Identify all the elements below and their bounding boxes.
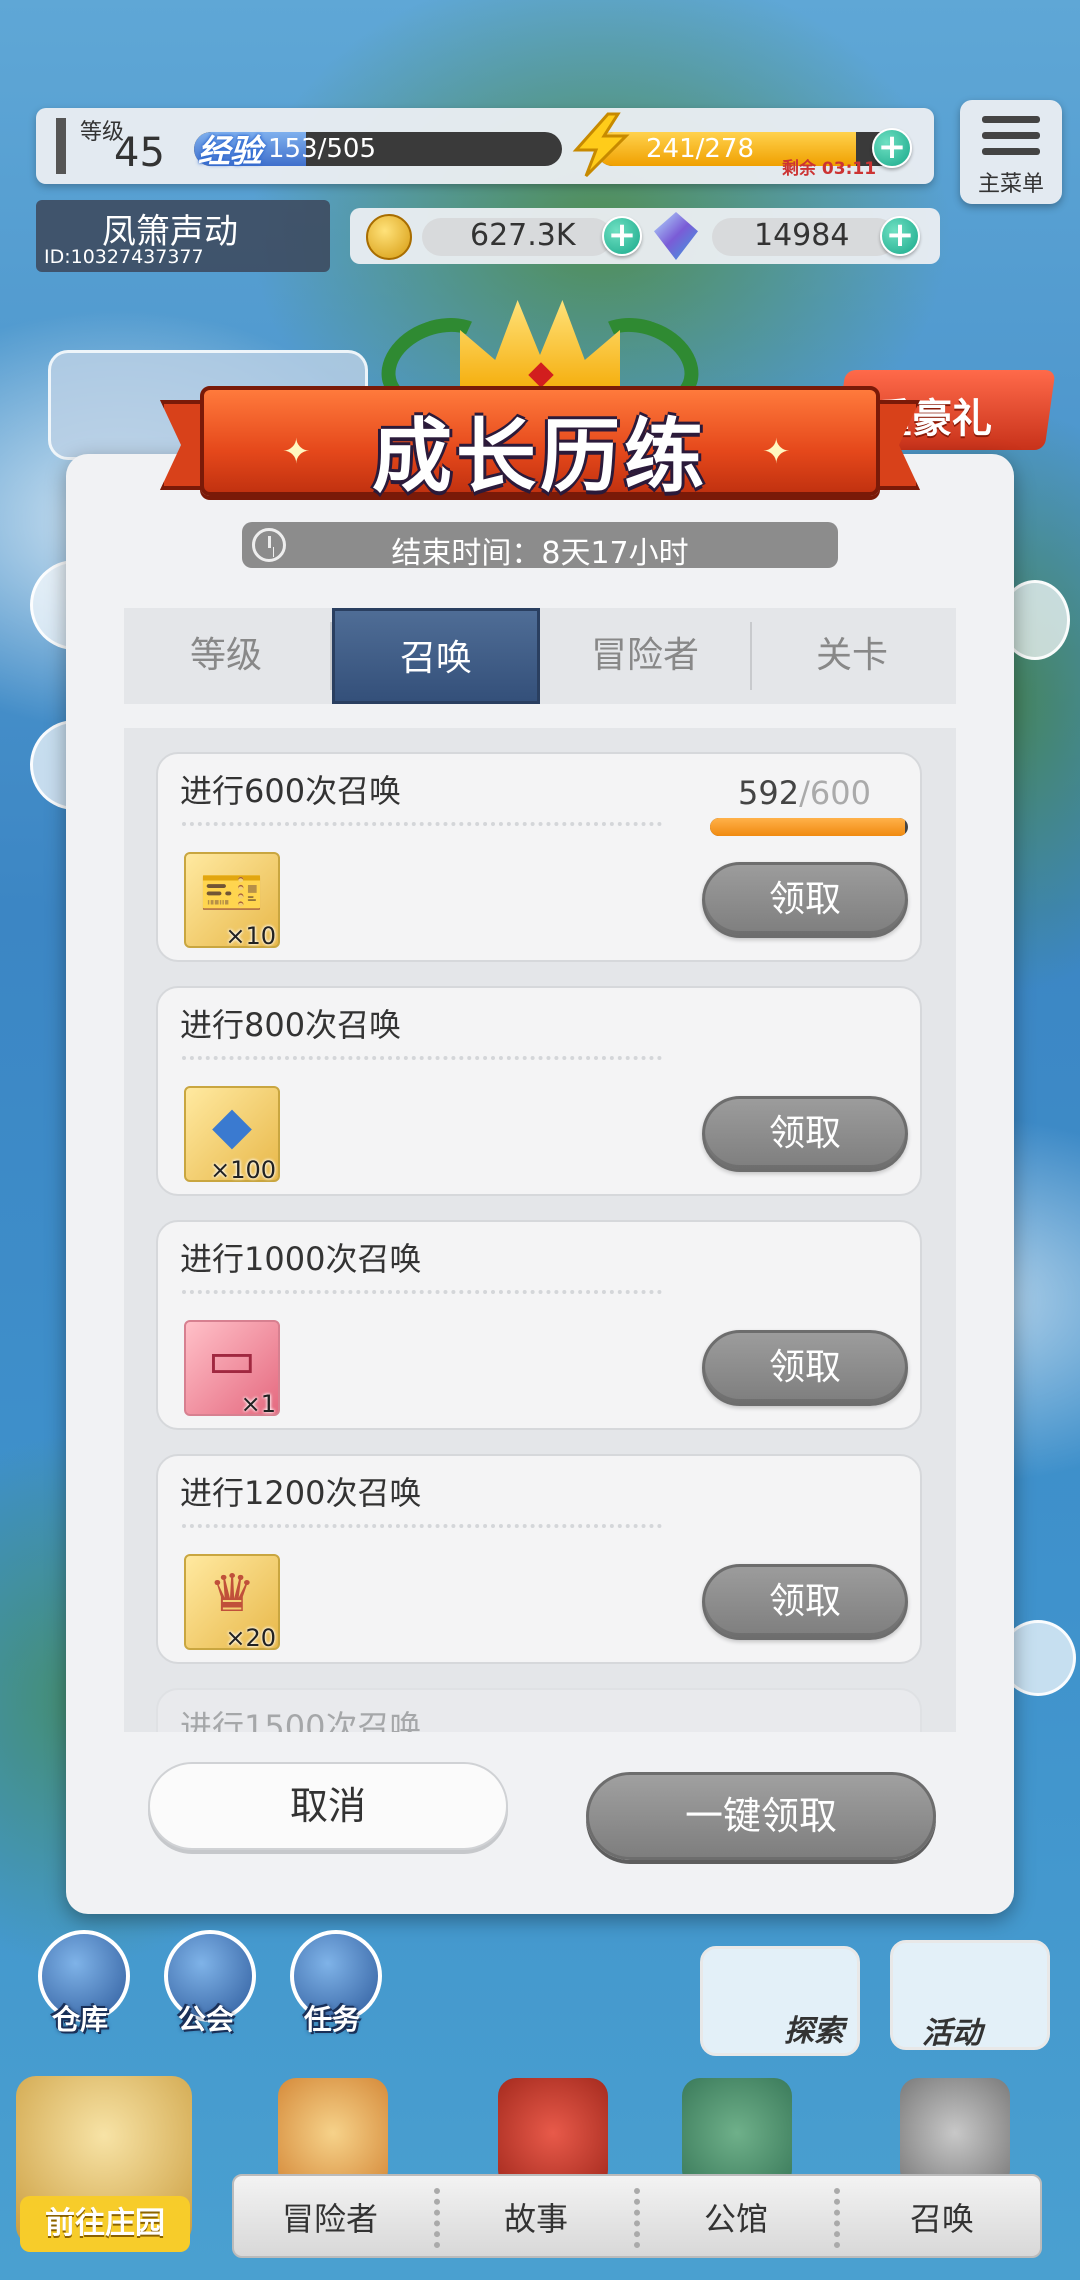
gem-bag-icon[interactable]: ◆ ×100 bbox=[184, 1086, 280, 1184]
pink-ticket-icon[interactable]: ▭ ×1 bbox=[184, 1320, 280, 1418]
coin-icon bbox=[366, 214, 412, 260]
main-menu-button[interactable]: 主菜单 bbox=[960, 100, 1062, 204]
task-item: 进行800次召唤 ◆ ×100 领取 bbox=[156, 986, 922, 1196]
gem-icon bbox=[654, 212, 698, 260]
task-progress-fill bbox=[710, 818, 906, 836]
task-title: 进行1500次召唤 bbox=[180, 1708, 422, 1732]
explore-label: 探索 bbox=[784, 2014, 844, 2049]
exp-tag: 经验 bbox=[198, 132, 263, 170]
menu-icon bbox=[982, 116, 1040, 123]
player-id: ID:10327437377 bbox=[44, 246, 204, 268]
bottom-nav: 冒险者 故事 公馆 召唤 bbox=[232, 2174, 1042, 2258]
tab-bar: 等级 召唤 冒险者 关卡 bbox=[124, 608, 956, 704]
claim-button[interactable]: 领取 bbox=[702, 1330, 908, 1406]
cancel-button[interactable]: 取消 bbox=[148, 1762, 508, 1850]
reward-quantity: ×1 bbox=[240, 1390, 276, 1418]
claim-all-button[interactable]: 一键领取 bbox=[586, 1772, 936, 1860]
task-item: 进行1500次召唤 bbox=[156, 1688, 922, 1732]
task-title: 进行1000次召唤 bbox=[180, 1240, 422, 1278]
task-title: 进行800次召唤 bbox=[180, 1006, 402, 1044]
end-time-bar: 结束时间：8天17小时 bbox=[242, 522, 838, 571]
summon-ticket-icon[interactable]: ♛ ×20 bbox=[184, 1554, 280, 1652]
player-nameplate[interactable]: 凤箫声动 ID:10327437377 bbox=[36, 200, 330, 272]
claim-button[interactable]: 领取 bbox=[702, 1564, 908, 1640]
nav-mansion[interactable]: 公馆 bbox=[704, 2194, 768, 2240]
stamina-value: 241/278 bbox=[646, 134, 755, 164]
summon-icon bbox=[900, 2078, 1010, 2188]
lightning-icon bbox=[572, 112, 630, 178]
claim-button[interactable]: 领取 bbox=[702, 1096, 908, 1172]
claim-button[interactable]: 领取 bbox=[702, 862, 908, 938]
tab-adventurer[interactable]: 冒险者 bbox=[542, 608, 748, 704]
nav-summon[interactable]: 召唤 bbox=[910, 2194, 974, 2240]
add-gems-button[interactable]: + bbox=[880, 216, 920, 256]
reward-quantity: ×100 bbox=[210, 1156, 276, 1184]
main-menu-label: 主菜单 bbox=[977, 172, 1044, 197]
reward-quantity: ×10 bbox=[225, 922, 276, 950]
quests-label: 任务 bbox=[304, 2003, 361, 2036]
add-coins-button[interactable]: + bbox=[602, 216, 642, 256]
currency-bar: 627.3K + 14984 + bbox=[350, 208, 940, 264]
tab-stage[interactable]: 关卡 bbox=[752, 608, 952, 704]
exp-value: 153/505 bbox=[268, 134, 377, 164]
gem-amount: 14984 bbox=[754, 218, 850, 253]
warehouse-label: 仓库 bbox=[52, 2003, 109, 2036]
task-list[interactable]: 进行600次召唤 592/600 🎫 ×10 领取 进行800次召唤 ◆ ×10… bbox=[124, 728, 956, 1732]
events-label: 活动 bbox=[922, 2016, 982, 2051]
stamina-timer: 剩余 03:11 bbox=[782, 159, 877, 179]
end-time-text: 结束时间：8天17小时 bbox=[391, 536, 689, 571]
tab-level[interactable]: 等级 bbox=[126, 608, 326, 704]
coin-amount: 627.3K bbox=[470, 218, 576, 253]
mansion-icon bbox=[682, 2078, 792, 2188]
task-item: 进行600次召唤 592/600 🎫 ×10 领取 bbox=[156, 752, 922, 962]
story-book-icon bbox=[498, 2078, 608, 2188]
farm-label: 前往庄园 bbox=[20, 2196, 190, 2252]
task-title: 进行600次召唤 bbox=[180, 772, 402, 810]
task-item: 进行1200次召唤 ♛ ×20 领取 bbox=[156, 1454, 922, 1664]
level-value: 45 bbox=[114, 130, 165, 176]
task-title: 进行1200次召唤 bbox=[180, 1474, 422, 1512]
tab-summon[interactable]: 召唤 bbox=[332, 608, 540, 704]
nav-adventurer[interactable]: 冒险者 bbox=[282, 2194, 378, 2240]
adventurer-icon bbox=[278, 2078, 388, 2188]
level-marker bbox=[56, 118, 66, 174]
reward-quantity: ×20 bbox=[225, 1624, 276, 1652]
status-bar: 等级 45 经验 153/505 241/278 剩余 03:11 + bbox=[36, 108, 934, 184]
guild-label: 公会 bbox=[178, 2003, 235, 2036]
dialog-title: 成长历练 bbox=[372, 410, 708, 503]
ticket-icon[interactable]: 🎫 ×10 bbox=[184, 852, 280, 950]
task-item: 进行1000次召唤 ▭ ×1 领取 bbox=[156, 1220, 922, 1430]
add-stamina-button[interactable]: + bbox=[872, 128, 912, 168]
nav-story[interactable]: 故事 bbox=[504, 2194, 568, 2240]
task-progress-bar bbox=[710, 818, 908, 836]
task-progress-text: 592/600 bbox=[738, 774, 871, 812]
